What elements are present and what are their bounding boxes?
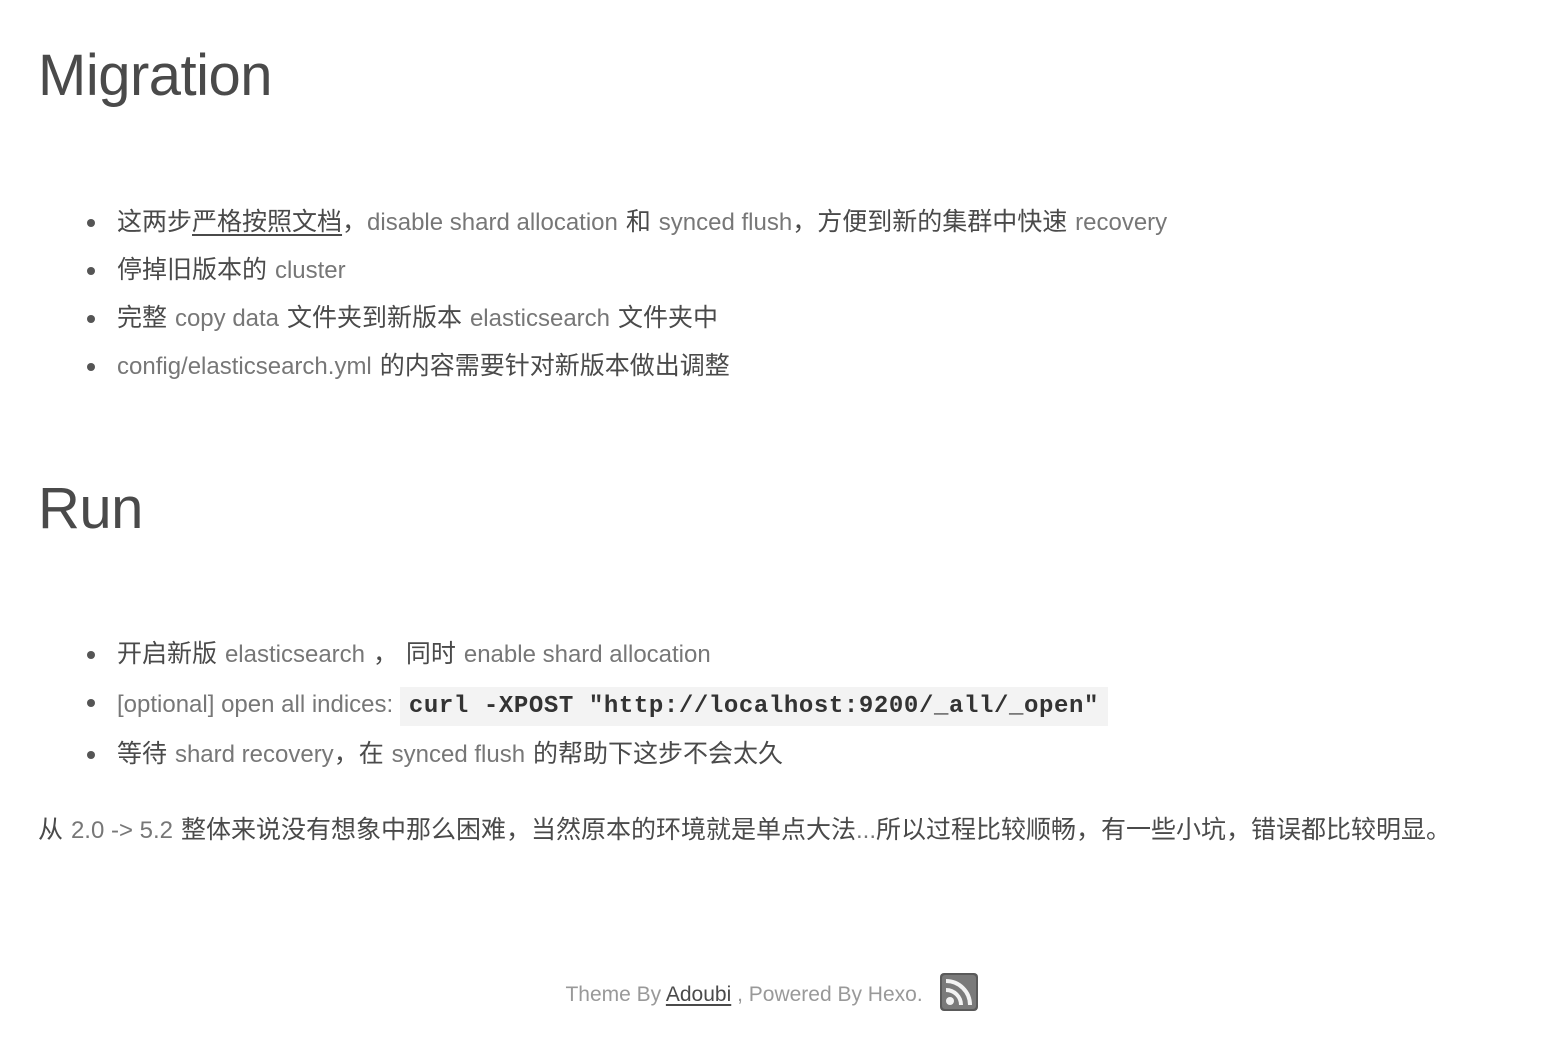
text-segment: 开启新版 bbox=[117, 639, 225, 668]
rss-icon-graphic bbox=[939, 973, 978, 1012]
text-segment: ， 同时 bbox=[365, 639, 464, 668]
text-segment: shard recovery bbox=[174, 741, 334, 768]
bullet-icon bbox=[87, 315, 95, 323]
bullet-icon bbox=[87, 219, 95, 227]
text-segment: 的内容需要针对新版本做出调整 bbox=[371, 351, 730, 380]
text-segment: enable shard allocation bbox=[463, 641, 711, 668]
summary-paragraph: 从 2.0 -> 5.2 整体来说没有想象中那么困难，当然原本的环境就是单点大法… bbox=[38, 806, 1508, 855]
text-segment: 停掉旧版本的 bbox=[117, 255, 275, 284]
text-segment: 的帮助下这步不会太久 bbox=[525, 739, 783, 768]
bullet-icon bbox=[87, 267, 95, 275]
text-segment: 所以过程比较顺畅，有一些小坑，错误都比较明显。 bbox=[876, 815, 1452, 844]
text-segment: 完整 bbox=[117, 303, 175, 332]
footer-suffix: , Powered By Hexo. bbox=[731, 983, 923, 1006]
text-segment: disable shard allocation bbox=[367, 209, 618, 236]
theme-author-link[interactable]: Adoubi bbox=[666, 983, 731, 1006]
section-title-migration: Migration bbox=[38, 43, 273, 108]
text-segment: 和 bbox=[617, 207, 659, 236]
text-segment: ，在 bbox=[333, 739, 392, 768]
footer: Theme By Adoubi , Powered By Hexo. bbox=[0, 972, 1544, 1016]
text-segment: [optional] open all indices: bbox=[117, 691, 400, 718]
list-item: config/elasticsearch.yml 的内容需要针对新版本做出调整 bbox=[38, 342, 1167, 390]
list-item: 停掉旧版本的 cluster bbox=[38, 246, 1167, 294]
text-segment: elasticsearch bbox=[469, 305, 610, 332]
text-segment: recovery bbox=[1075, 209, 1168, 236]
bullet-icon bbox=[87, 363, 95, 371]
text-segment: 文件夹中 bbox=[610, 303, 718, 332]
text-segment: 文件夹到新版本 bbox=[279, 303, 470, 332]
text-segment: cluster bbox=[274, 257, 346, 284]
text-segment: copy data bbox=[174, 305, 280, 332]
list-item: 等待 shard recovery，在 synced flush 的帮助下这步不… bbox=[38, 730, 1108, 778]
text-segment: 整体来说没有想象中那么困难，当然原本的环境就是单点大法 bbox=[173, 815, 856, 844]
text-segment: 这两步 bbox=[117, 207, 193, 236]
text-segment: config/elasticsearch.yml bbox=[117, 353, 372, 380]
list-item: 这两步严格按照文档，disable shard allocation 和 syn… bbox=[38, 198, 1167, 246]
migration-steps-list: 这两步严格按照文档，disable shard allocation 和 syn… bbox=[38, 198, 1167, 390]
bullet-icon bbox=[87, 699, 95, 707]
text-segment: ， bbox=[342, 207, 368, 236]
text-segment: elasticsearch bbox=[224, 641, 366, 668]
text-segment: 从 bbox=[38, 815, 71, 844]
run-steps-list: 开启新版 elasticsearch ， 同时 enable shard all… bbox=[38, 630, 1108, 778]
text-segment: 等待 bbox=[117, 739, 175, 768]
text-segment: 2.0 -> 5.2 bbox=[70, 817, 174, 844]
text-segment: ... bbox=[855, 817, 876, 844]
rss-icon[interactable] bbox=[939, 972, 979, 1012]
footer-prefix: Theme By bbox=[565, 983, 666, 1006]
docs-link[interactable]: 严格按照文档 bbox=[192, 207, 342, 236]
bullet-icon bbox=[87, 751, 95, 759]
list-item: 开启新版 elasticsearch ， 同时 enable shard all… bbox=[38, 630, 1108, 678]
text-segment: synced flush bbox=[391, 741, 526, 768]
text-segment: ，方便到新的集群中快速 bbox=[792, 207, 1076, 236]
inline-code: curl -XPOST "http://localhost:9200/_all/… bbox=[399, 687, 1108, 726]
section-title-run: Run bbox=[38, 476, 143, 541]
list-item: 完整 copy data 文件夹到新版本 elasticsearch 文件夹中 bbox=[38, 294, 1167, 342]
bullet-icon bbox=[87, 651, 95, 659]
text-segment: synced flush bbox=[658, 209, 793, 236]
list-item: [optional] open all indices: curl -XPOST… bbox=[38, 678, 1108, 730]
